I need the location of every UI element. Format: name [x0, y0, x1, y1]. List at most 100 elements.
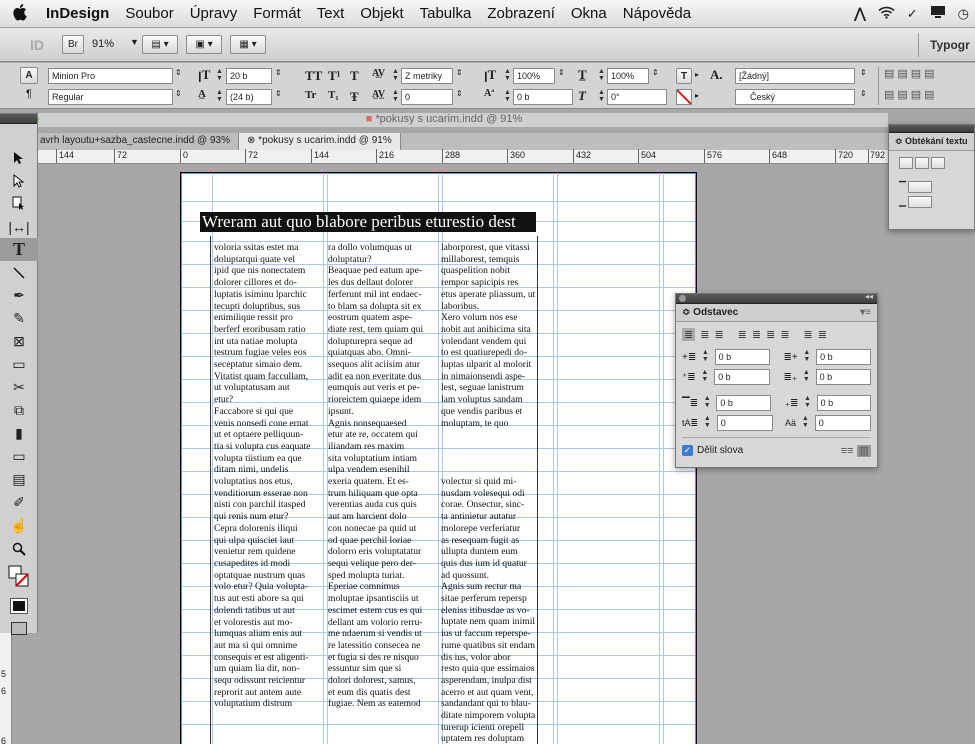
- stroke-color-button[interactable]: [676, 89, 692, 105]
- right-indent-field[interactable]: 0 b: [816, 349, 871, 365]
- dropcap-lines-field[interactable]: 0: [716, 415, 774, 431]
- justify-right-button[interactable]: ≣: [766, 328, 775, 341]
- skew-field[interactable]: 0°: [607, 89, 667, 105]
- language-field[interactable]: Český: [735, 89, 855, 105]
- kerning-field[interactable]: Z metriky: [401, 68, 453, 84]
- hand-tool-icon[interactable]: ☝: [0, 514, 38, 537]
- space-before-field[interactable]: 0 b: [716, 395, 771, 411]
- align-towards-spine-button[interactable]: ≣: [804, 328, 813, 341]
- leading-field[interactable]: (24 b): [226, 89, 272, 105]
- kerning-stepper[interactable]: ▲ ▼: [390, 68, 401, 84]
- screen-mode-button[interactable]: [0, 617, 38, 640]
- last-line-indent-field[interactable]: 0 b: [815, 369, 871, 385]
- justify-left-button[interactable]: ≣: [738, 328, 747, 341]
- align-center-button[interactable]: ≣: [700, 328, 709, 341]
- horizontal-scale-field[interactable]: 100%: [607, 68, 649, 84]
- menu-view[interactable]: Zobrazení: [479, 5, 563, 22]
- pen-tool-icon[interactable]: ✒: [0, 284, 38, 307]
- last-line-indent-stepper[interactable]: ▲ ▼: [801, 369, 811, 385]
- fill-color-arrow-icon[interactable]: ▸: [695, 70, 699, 79]
- menu-format[interactable]: Formát: [245, 5, 309, 22]
- gradient-swatch-tool-icon[interactable]: ▮: [0, 422, 38, 445]
- hyphenate-checkbox[interactable]: ✓ Dělit slova: [682, 445, 743, 456]
- type-tool-icon[interactable]: T: [0, 238, 38, 261]
- language-dropdown-icon[interactable]: ⇕: [860, 89, 867, 98]
- gap-tool-icon[interactable]: |↔|: [0, 215, 38, 238]
- gradient-feather-tool-icon[interactable]: ▭: [0, 445, 38, 468]
- stroke-color-arrow-icon[interactable]: ▸: [695, 91, 699, 100]
- text-column-3-bottom[interactable]: volectur si quid mi-nusdam volesequi odi…: [441, 476, 553, 744]
- close-tab-icon[interactable]: ⊗: [247, 135, 258, 146]
- superscript-button[interactable]: T¹: [328, 68, 341, 84]
- wrap-offset-bottom[interactable]: ▁: [889, 193, 974, 211]
- font-size-field[interactable]: 20 b: [226, 68, 272, 84]
- align-right-button[interactable]: ≣: [714, 328, 723, 341]
- font-size-dropdown-icon[interactable]: ⇕: [275, 68, 282, 77]
- fill-stroke-swatch[interactable]: [0, 560, 38, 594]
- horizontal-scale-stepper[interactable]: ▲ ▼: [596, 68, 607, 84]
- bounding-box-wrap-button[interactable]: [915, 157, 929, 170]
- text-column-2[interactable]: ra dollo volumquas ut doluptatur? Beaquae …: [328, 242, 436, 744]
- tab-pokusy-document[interactable]: ⊗ *pokusy s ucarim.indd @ 91%: [239, 132, 401, 151]
- panel-close-button[interactable]: [679, 295, 686, 302]
- balance-ragged-lines-buttons[interactable]: ≡≡ ▥: [841, 444, 871, 457]
- menu-help[interactable]: Nápověda: [615, 5, 699, 22]
- skew-stepper[interactable]: ▲ ▼: [596, 89, 607, 105]
- wrap-offset-top[interactable]: ▔: [889, 175, 974, 194]
- underline-button[interactable]: T: [350, 68, 359, 84]
- fill-color-button[interactable]: T: [676, 68, 692, 84]
- baseline-shift-field[interactable]: 0 b: [513, 89, 573, 105]
- character-style-field[interactable]: [Žádný]: [735, 68, 855, 84]
- justify-all-button[interactable]: ≣: [780, 328, 789, 341]
- line-tool-icon[interactable]: [0, 261, 38, 284]
- strikethrough-button[interactable]: Ŧ: [350, 89, 359, 105]
- rectangle-tool-icon[interactable]: ▭: [0, 353, 38, 376]
- align-left-button[interactable]: ≣: [682, 328, 696, 341]
- tracking-field[interactable]: 0: [401, 89, 453, 105]
- leading-stepper[interactable]: ▲ ▼: [214, 89, 225, 105]
- tracking-dropdown-icon[interactable]: ⇕: [456, 89, 463, 98]
- eyedropper-tool-icon[interactable]: ✐: [0, 491, 38, 514]
- menu-file[interactable]: Soubor: [117, 5, 181, 22]
- horizontal-scale-dropdown-icon[interactable]: ⇕: [652, 68, 659, 77]
- align-buttons-row-1[interactable]: ▤▤▤▤: [884, 67, 938, 80]
- paragraph-panel-header[interactable]: ◂◂: [676, 292, 877, 304]
- space-before-stepper[interactable]: ▲ ▼: [702, 395, 712, 411]
- panel-collapse-icon[interactable]: ◂◂: [865, 292, 873, 301]
- zoom-tool-icon[interactable]: [0, 537, 38, 560]
- character-style-dropdown-icon[interactable]: ⇕: [860, 68, 867, 77]
- font-style-dropdown-icon[interactable]: ⇕: [175, 89, 182, 98]
- first-line-indent-stepper[interactable]: ▲ ▼: [700, 369, 710, 385]
- rectangle-frame-tool-icon[interactable]: ⊠: [0, 330, 38, 353]
- pencil-tool-icon[interactable]: ✎: [0, 307, 38, 330]
- left-indent-stepper[interactable]: ▲ ▼: [700, 349, 710, 365]
- justify-center-button[interactable]: ≣: [752, 328, 761, 341]
- wifi-icon[interactable]: [878, 6, 895, 22]
- subscript-button[interactable]: T₁: [328, 89, 339, 101]
- baseline-shift-stepper[interactable]: ▲ ▼: [502, 89, 513, 105]
- bluetooth-icon[interactable]: ✓: [907, 6, 918, 22]
- panel-collapse-icon[interactable]: ≎: [895, 136, 905, 146]
- vertical-scale-stepper[interactable]: ▲ ▼: [502, 68, 513, 84]
- paragraph-mode-button[interactable]: ¶: [20, 88, 38, 105]
- note-tool-icon[interactable]: ▤: [0, 468, 38, 491]
- display-icon[interactable]: [930, 5, 946, 22]
- all-caps-button[interactable]: TT: [305, 68, 322, 84]
- apple-menu-icon[interactable]: [12, 3, 27, 26]
- font-family-dropdown-icon[interactable]: ⇕: [175, 68, 182, 77]
- font-style-field[interactable]: Regular: [48, 89, 173, 105]
- scissors-tool-icon[interactable]: ✂: [0, 376, 38, 399]
- text-column-3-top[interactable]: laborporest, que vitassi millaborest, tem…: [441, 242, 553, 432]
- leading-dropdown-icon[interactable]: ⇕: [275, 89, 282, 98]
- character-mode-button[interactable]: A: [20, 67, 38, 84]
- vertical-scale-dropdown-icon[interactable]: ⇕: [558, 68, 565, 77]
- menu-table[interactable]: Tabulka: [412, 5, 480, 22]
- bridge-button[interactable]: Br: [62, 35, 84, 54]
- menu-window[interactable]: Okna: [563, 5, 615, 22]
- no-wrap-button[interactable]: [899, 157, 913, 170]
- first-line-indent-field[interactable]: 0 b: [714, 369, 770, 385]
- align-away-spine-button[interactable]: ≣: [818, 328, 827, 341]
- panel-menu-icon[interactable]: ▾≡: [860, 307, 871, 318]
- vertical-scale-field[interactable]: 100%: [513, 68, 555, 84]
- heading-text-frame[interactable]: Wreram aut quo blabore peribus eturestio…: [200, 212, 536, 232]
